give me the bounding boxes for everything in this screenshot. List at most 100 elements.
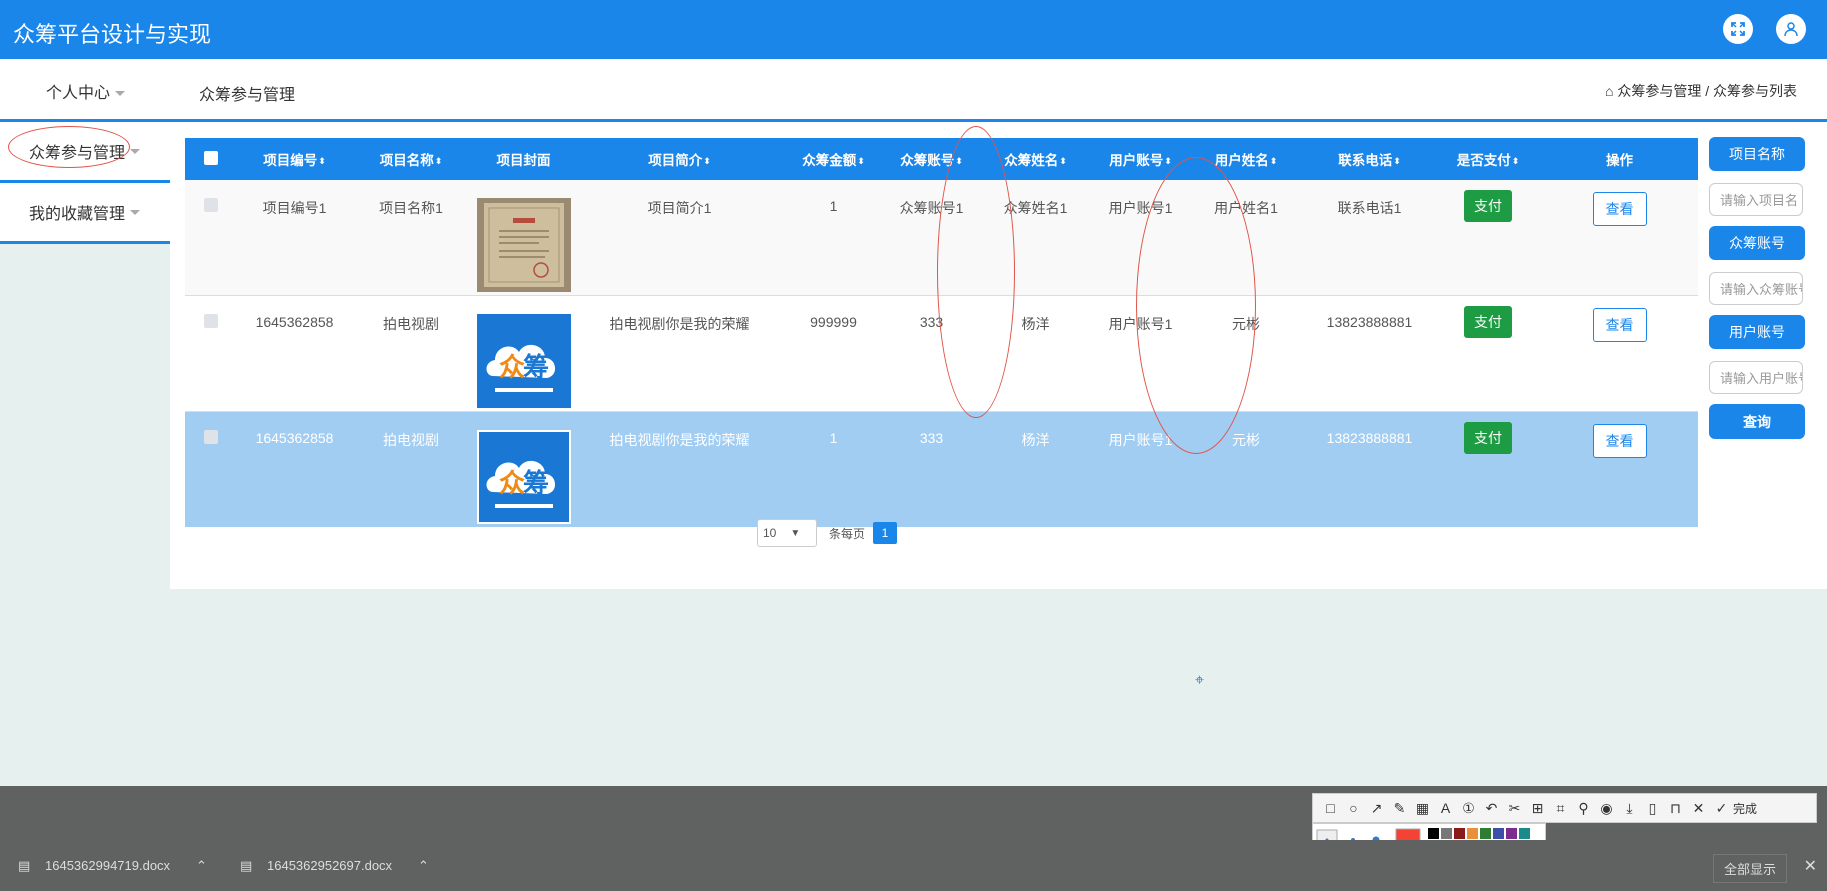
search-button[interactable]: 查询 [1709,404,1805,439]
chevron-down-icon [130,148,141,154]
show-all-button[interactable]: 全部显示 [1712,854,1787,883]
user-icon[interactable] [1776,14,1806,44]
table-header-row: 项目编号⬍ 项目名称⬍ 项目封面 项目简介⬍ 众筹金额⬍ 众筹账号⬍ 众筹姓名⬍… [185,138,1698,180]
bookmark-icon[interactable]: ⊓ [1664,800,1687,817]
record-icon[interactable]: ◉ [1595,800,1618,817]
breadcrumb-text[interactable]: 众筹参与管理 / 众筹参与列表 [1617,83,1797,99]
app-title: 众筹平台设计与实现 [13,23,212,48]
scan-icon[interactable]: ⌗ [1549,800,1572,817]
page-button-current[interactable]: 1 [873,522,898,544]
cell-code: 1645362858 [237,295,352,412]
page-size-select[interactable]: 10 ▼ [757,519,817,547]
chevron-up-icon[interactable]: ⌃ [196,858,207,874]
app-window: 众筹平台设计与实现 个人中心 众筹参与管理 ⌂ 众筹参与管理 / 众筹参与列表 … [0,0,1827,786]
user-account-input[interactable]: 请输入用户账号 [1709,361,1803,394]
download-item[interactable]: 1645362952697.docx [267,858,392,873]
annotation-ellipse [937,126,1015,418]
per-page-label: 条每页 [829,526,866,541]
sidebar-item-label: 我的收藏管理 [29,206,126,223]
rectangle-icon[interactable]: □ [1319,800,1342,816]
ellipse-icon[interactable]: ○ [1342,800,1365,816]
column-header[interactable]: 项目简介⬍ [577,138,782,180]
arrow-icon[interactable]: ↗ [1365,800,1388,817]
pay-button[interactable]: 支付 [1464,306,1512,338]
column-header[interactable]: 项目名称⬍ [352,138,470,180]
fullscreen-icon[interactable] [1723,14,1753,44]
sort-icon[interactable]: ⬍ [857,156,865,166]
download-item[interactable]: 1645362994719.docx [45,858,170,873]
row-checkbox[interactable] [204,430,218,444]
cell-code: 项目编号1 [237,180,352,296]
cell-intro: 拍电视剧你是我的荣耀 [577,295,782,412]
text-icon[interactable]: A [1434,800,1457,816]
sort-icon[interactable]: ⬍ [435,156,443,166]
chevron-down-icon [130,209,141,215]
column-header[interactable]: 众筹金额⬍ [782,138,885,180]
view-button[interactable]: 查看 [1592,424,1647,458]
close-icon[interactable]: ✕ [1804,856,1817,876]
cell-name: 拍电视剧 [352,295,470,412]
undo-icon[interactable]: ↶ [1480,800,1503,817]
view-button[interactable]: 查看 [1592,192,1647,226]
cell-cover: 众筹 [470,411,577,527]
crosshair-icon: ⌖ [1195,672,1205,689]
pin-icon[interactable]: ⚲ [1572,800,1595,817]
cell-phone: 13823888881 [1304,295,1435,412]
cell-amount: 999999 [782,295,885,412]
sort-icon[interactable]: ⬍ [1393,156,1401,166]
chevron-up-icon[interactable]: ⌃ [418,858,429,874]
select-all-checkbox[interactable] [204,150,218,165]
search-label-user-account: 用户账号 [1709,315,1805,349]
view-button[interactable]: 查看 [1592,308,1647,342]
column-header[interactable]: 是否支付⬍ [1435,138,1541,180]
cell-fund-name: 杨洋 [978,411,1093,527]
cell-name: 拍电视剧 [352,411,470,527]
sort-icon[interactable]: ⬍ [318,156,326,166]
cell-fund-account: 333 [885,411,978,527]
row-checkbox[interactable] [204,198,218,212]
done-button[interactable]: 完成 [1733,800,1757,817]
scissors-icon[interactable]: ✂ [1503,800,1526,817]
sidebar-item-favorites[interactable]: 我的收藏管理 [0,183,170,244]
table-row[interactable]: 1645362858 拍电视剧 众筹 拍电视剧你是我的荣耀 1 333 杨洋 用… [185,411,1698,527]
select-all-header[interactable] [185,138,237,180]
sort-icon[interactable]: ⬍ [703,156,711,166]
downloads-bar: ▤ 1645362994719.docx ⌃ ▤ 1645362952697.d… [0,840,1827,891]
cell-amount: 1 [782,180,885,296]
pencil-icon[interactable]: ✎ [1388,800,1411,817]
sort-icon[interactable]: ⬍ [1059,156,1067,166]
svg-text:筹: 筹 [523,352,549,383]
download-icon[interactable]: ⤓ [1618,800,1641,817]
number-icon[interactable]: ① [1457,800,1480,817]
sort-icon[interactable]: ⬍ [1164,156,1172,166]
column-header[interactable]: 联系电话⬍ [1304,138,1435,180]
phone-icon[interactable]: ▯ [1641,800,1664,817]
docx-file-icon: ▤ [240,858,253,873]
sort-icon[interactable]: ⬍ [1270,156,1278,166]
pagination: 10 ▼ 条每页 1 [757,519,898,547]
cell-amount: 1 [782,411,885,527]
check-icon[interactable]: ✓ [1710,800,1733,817]
mosaic-icon[interactable]: ▦ [1411,800,1434,817]
cell-cover: 众筹 [470,295,577,412]
column-header: 操作 [1541,138,1698,180]
home-icon[interactable]: ⌂ [1605,83,1613,99]
top-bar: 众筹平台设计与实现 [0,0,1827,59]
certificate-image [476,198,571,292]
cell-phone: 联系电话1 [1304,180,1435,296]
fund-account-input[interactable]: 请输入众筹账号 [1709,272,1803,305]
close-icon[interactable]: ✕ [1687,800,1710,817]
search-label-project-name: 项目名称 [1709,137,1805,171]
cell-phone: 13823888881 [1304,411,1435,527]
translate-icon[interactable]: ⊞ [1526,800,1549,817]
personal-center-menu[interactable]: 个人中心 [46,79,126,103]
pay-button[interactable]: 支付 [1464,422,1512,454]
sort-icon[interactable]: ⬍ [1512,156,1520,166]
cell-intro: 拍电视剧你是我的荣耀 [577,411,782,527]
project-name-input[interactable]: 请输入项目名 [1709,183,1803,216]
pay-button[interactable]: 支付 [1464,190,1512,222]
row-checkbox[interactable] [204,314,218,328]
annotation-ellipse [1136,157,1256,454]
column-header[interactable]: 项目编号⬍ [237,138,352,180]
svg-text:筹: 筹 [523,468,549,499]
